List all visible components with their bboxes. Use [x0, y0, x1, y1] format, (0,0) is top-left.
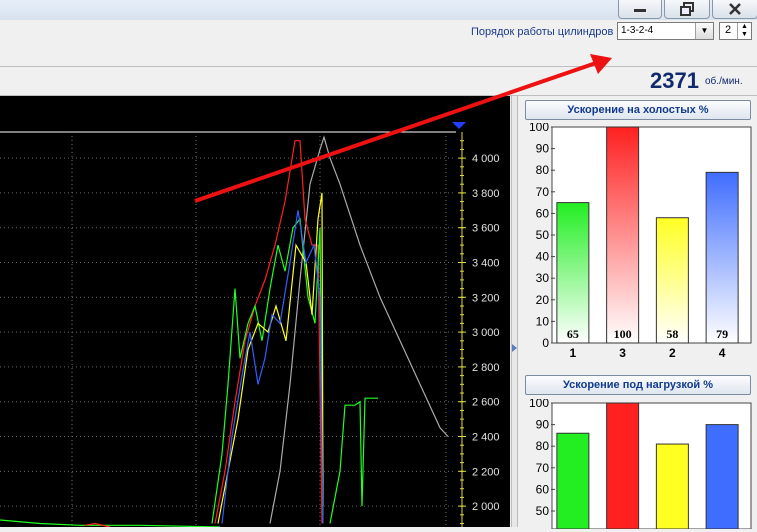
bar-y-tick-label: 50 [536, 228, 550, 242]
bar-y-tick-label: 90 [536, 142, 550, 156]
bar-cylinder-4 [705, 171, 739, 344]
idle-acceleration-title-text: Ускорение на холостых % [567, 104, 709, 116]
rpm-value: 2371 [650, 68, 699, 93]
bar-value-label: 58 [666, 327, 678, 341]
load-acceleration-panel: Ускорение под нагрузкой % 100 90 80 70 60 50 [519, 372, 757, 529]
oscillogram-series-line [217, 192, 324, 524]
bar-category-label: 1 [570, 346, 577, 360]
oscillogram-series-line [269, 135, 449, 524]
bar-category-label: 3 [619, 346, 626, 360]
bar-cylinder-2 [655, 217, 689, 344]
bar-y-tick-label: 80 [536, 439, 550, 453]
minimize-icon [634, 9, 646, 12]
bar-cylinder-1 [556, 432, 590, 529]
bar-y-tick-label: 40 [536, 250, 550, 264]
idle-acceleration-title[interactable]: Ускорение на холостых % [525, 100, 751, 120]
bar-value-label: 79 [716, 327, 728, 341]
rpm-bar [0, 67, 757, 96]
bar-value-label: 65 [567, 327, 579, 341]
cursor-marker-icon[interactable] [452, 122, 466, 129]
cylinder-count-value: 2 [725, 24, 732, 36]
minimize-button[interactable] [618, 0, 662, 19]
bar-cylinder-2 [655, 443, 689, 529]
rpm-unit: об./мин. [705, 76, 743, 87]
oscillogram-series-line [329, 397, 378, 524]
bar-cylinder-3 [606, 126, 640, 344]
spin-up-icon[interactable]: ▲ [737, 23, 751, 31]
y-axis-tick-label: 3 400 [472, 258, 500, 270]
bar-y-tick-label: 100 [529, 123, 549, 134]
bar-y-tick-label: 60 [536, 206, 550, 220]
y-axis-tick-label: 2 200 [472, 466, 500, 478]
y-axis-tick-label: 3 200 [472, 292, 500, 304]
y-axis-tick-label: 2 000 [472, 501, 500, 513]
bar-category-label: 4 [719, 346, 726, 360]
y-axis-tick-label: 3 600 [472, 223, 500, 235]
y-axis-tick-label: 3 000 [472, 327, 500, 339]
bar-y-tick-label: 50 [536, 504, 550, 518]
load-acceleration-bar-chart: 100 90 80 70 60 50 [529, 399, 752, 529]
y-axis-tick-label: 4 000 [472, 153, 500, 165]
title-bar [0, 0, 757, 21]
bar-y-tick-label: 10 [536, 314, 550, 328]
bar-y-tick-label: 70 [536, 185, 550, 199]
y-axis-tick-label: 2 400 [472, 432, 500, 444]
bar-cylinder-1 [556, 202, 590, 344]
rpm-oscillogram[interactable]: 4 000 3 800 3 600 3 400 3 200 3 000 2 800 2 600… [0, 96, 510, 528]
bar-y-tick-label: 60 [536, 482, 550, 496]
load-acceleration-title-text: Ускорение под нагрузкой % [562, 379, 714, 391]
bar-y-tick-label: 0 [542, 336, 549, 350]
idle-acceleration-panel: Ускорение на холостых % 100 90 80 70 60 50 40 3… [519, 96, 757, 368]
bar-y-tick-label: 20 [536, 293, 550, 307]
bar-y-tick-label: 70 [536, 461, 550, 475]
restore-button[interactable] [664, 0, 710, 19]
y-axis-tick-label: 2 600 [472, 397, 500, 409]
cylinder-order-label: Порядок работы цилиндров [471, 26, 614, 38]
panel-splitter[interactable] [511, 96, 518, 527]
cylinder-order-select[interactable]: 1-3-2-4 ▼ [617, 22, 714, 40]
oscillogram-series-line [0, 519, 221, 528]
bar-y-tick-label: 30 [536, 271, 550, 285]
cylinder-order-value: 1-3-2-4 [621, 25, 654, 36]
load-acceleration-title[interactable]: Ускорение под нагрузкой % [525, 375, 751, 395]
bar-y-tick-label: 100 [529, 399, 549, 410]
close-button[interactable] [712, 0, 757, 19]
bar-category-label: 2 [669, 346, 676, 360]
bar-y-tick-label: 80 [536, 163, 550, 177]
close-icon [729, 3, 741, 15]
bar-cylinder-3 [606, 402, 640, 529]
rpm-line-chart[interactable]: 4 000 3 800 3 600 3 400 3 200 3 000 2 800 2 600… [0, 96, 510, 528]
y-axis-tick-label: 2 800 [472, 362, 500, 374]
restore-icon [680, 2, 694, 16]
spin-down-icon[interactable]: ▼ [737, 31, 751, 39]
bar-value-label: 100 [614, 327, 632, 341]
y-axis-tick-label: 3 800 [472, 188, 500, 200]
bar-y-tick-label: 90 [536, 418, 550, 432]
cylinder-count-spinner[interactable]: 2 ▲ ▼ [719, 22, 752, 40]
idle-acceleration-bar-chart: 10090807060504030201006511003582794 [529, 123, 752, 360]
bar-cylinder-4 [705, 424, 739, 529]
chevron-right-icon [512, 344, 517, 352]
chevron-down-icon[interactable]: ▼ [695, 23, 713, 39]
